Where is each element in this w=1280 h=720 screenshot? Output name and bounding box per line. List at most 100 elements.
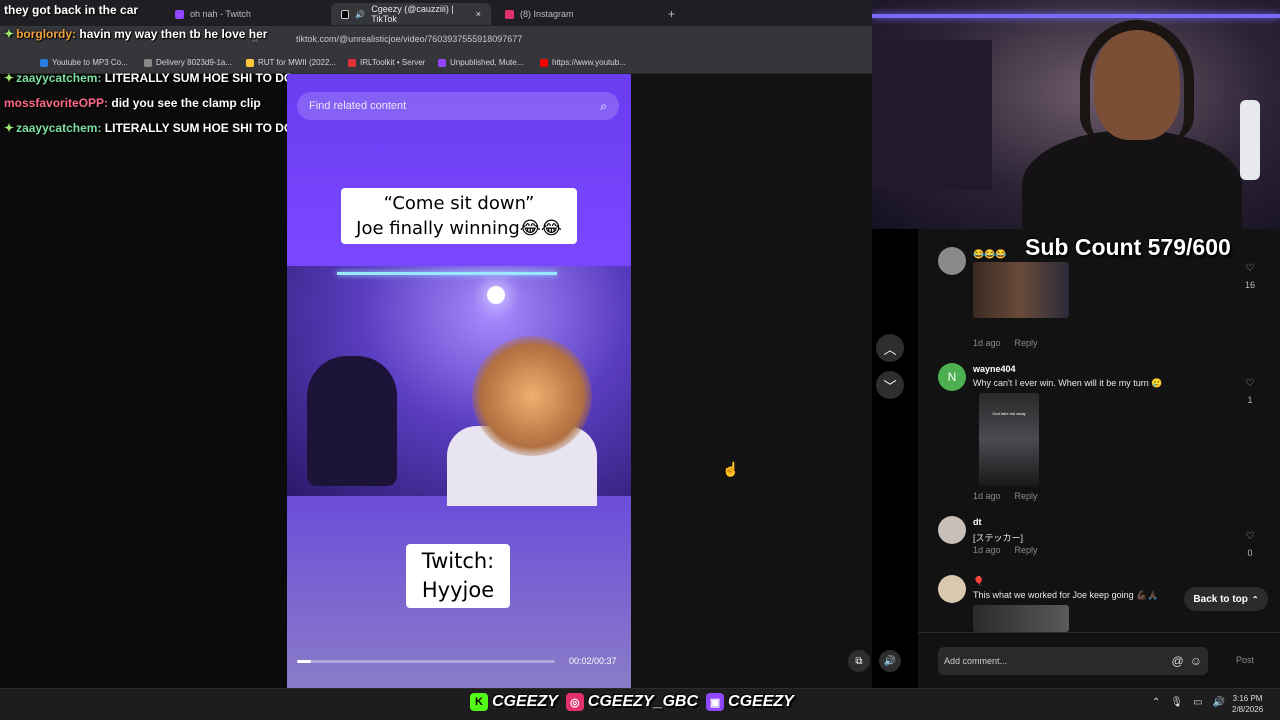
bookmark-icon — [144, 58, 152, 67]
cam-led-light — [872, 14, 1280, 18]
chevron-up-icon: ⌃ — [1251, 594, 1259, 604]
speaker-icon[interactable]: 🔊 — [355, 10, 365, 19]
chat-username: zaayycatchem — [16, 71, 98, 85]
comment-username[interactable]: 🎈 — [973, 576, 984, 587]
bookmark-label: RUT for MWII (2022... — [258, 58, 337, 67]
bookmark-item[interactable]: IRLToolkit • Server — [348, 58, 425, 67]
volume-icon: 🔊 — [883, 655, 897, 667]
next-video-button[interactable]: ﹀ — [876, 371, 904, 399]
bookmark-item[interactable]: https://www.youtub... — [540, 58, 626, 67]
search-icon[interactable]: ⌕ — [600, 99, 607, 114]
heart-icon[interactable]: ♡ — [1243, 378, 1257, 389]
seated-person — [307, 356, 397, 486]
comment-avatar[interactable] — [938, 247, 966, 275]
bookmark-item[interactable]: Unpublished, Mute... — [438, 58, 523, 67]
gif-caption: God take me away — [992, 411, 1026, 416]
video-progress-fill — [297, 660, 311, 663]
led-strip — [337, 272, 557, 275]
mic-icon[interactable]: 🎙 — [1170, 697, 1183, 708]
comment-avatar[interactable] — [938, 516, 966, 544]
instagram-icon — [505, 9, 514, 19]
back-to-top-label: Back to top — [1193, 593, 1248, 605]
comment-image[interactable] — [973, 605, 1069, 632]
comment-gif[interactable]: God take me away — [979, 393, 1039, 486]
search-placeholder: Find related content — [309, 100, 407, 112]
caption-line: Twitch: — [421, 549, 495, 573]
comment-image[interactable] — [973, 262, 1069, 318]
url-field[interactable]: tiktok.com/@unrealisticjoe/video/7603937… — [296, 34, 522, 44]
comment-avatar[interactable]: N — [938, 363, 966, 391]
reply-button[interactable]: Reply — [1015, 545, 1038, 555]
comment-text: Why can't I ever win. When will it be my… — [973, 378, 1163, 388]
bookmark-icon — [246, 58, 254, 67]
bookmark-icon — [438, 58, 446, 67]
handle-text: CGEEZY — [492, 693, 558, 710]
system-clock[interactable]: 3:16 PM 2/8/2026 — [1232, 693, 1263, 715]
instagram-icon: ◎ — [565, 693, 584, 711]
video-time: 00:02/00:37 — [569, 656, 617, 666]
clock-date: 2/8/2026 — [1232, 705, 1264, 714]
chat-username: zaayycatchem — [16, 121, 98, 135]
bookmark-item[interactable]: Delivery 8023d9-1a... — [144, 58, 232, 67]
comment-username[interactable]: wayne404 — [973, 364, 1016, 374]
caption-line: Hyyjoe — [421, 578, 495, 602]
sub-count-overlay: Sub Count 579/600 — [1025, 234, 1231, 260]
heart-icon[interactable]: ♡ — [1243, 531, 1257, 542]
tab-instagram[interactable]: (8) Instagram — [495, 3, 584, 25]
video-player[interactable]: Find related content ⌕ “Come sit down” J… — [287, 74, 631, 688]
video-caption-bottom: Twitch: Hyyjoe — [406, 544, 510, 608]
bookmark-item[interactable]: Youtube to MP3 Co... — [40, 58, 128, 67]
pip-button[interactable]: ⧉ — [848, 650, 870, 672]
taskbar: K CGEEZY ◎ CGEEZY_GBC ▣ CGEEZY ⌃ 🎙 ▭ 🔊 3… — [0, 688, 1280, 720]
comment-avatar[interactable] — [938, 575, 966, 603]
video-progress-bar[interactable] — [297, 660, 555, 663]
tab-tiktok[interactable]: 🔊 Cgeezy (@cauzziii) | TikTok × — [331, 3, 491, 25]
bookmark-label: Delivery 8023d9-1a... — [156, 58, 233, 67]
comment-time: 1d ago — [973, 491, 1001, 501]
hand-cursor-icon: ☝ — [722, 461, 740, 477]
volume-button[interactable]: 🔊 — [879, 650, 901, 672]
bookmark-label: IRLToolkit • Server — [360, 58, 426, 67]
page-left-area — [0, 74, 287, 688]
previous-video-button[interactable]: ︿ — [876, 334, 904, 362]
tab-twitch[interactable]: oh nah - Twitch — [165, 3, 261, 25]
reply-button[interactable]: Reply — [1015, 491, 1038, 501]
twitch-icon — [175, 9, 184, 19]
reply-button[interactable]: Reply — [1015, 338, 1038, 348]
tab-label: oh nah - Twitch — [190, 9, 251, 19]
like-count: 16 — [1244, 280, 1255, 290]
chat-message: mossfavoriteOPP: did you see the clamp c… — [4, 96, 261, 110]
network-icon[interactable]: ▭ — [1193, 697, 1202, 708]
close-tab-icon[interactable]: × — [476, 9, 481, 19]
chat-separator: : — [104, 96, 109, 110]
related-search-input[interactable]: Find related content ⌕ — [297, 92, 619, 120]
bookmark-label: https://www.youtub... — [552, 58, 626, 67]
video-frame — [287, 266, 631, 506]
comment-input[interactable]: Add comment... @ ☺ — [938, 647, 1208, 675]
streamer-body — [1022, 130, 1242, 229]
chat-username: borglordy — [16, 27, 73, 41]
social-handles-overlay: K CGEEZY ◎ CGEEZY_GBC ▣ CGEEZY — [470, 693, 798, 711]
twitch-icon: ▣ — [706, 693, 725, 711]
new-tab-button[interactable]: + — [658, 3, 685, 25]
volume-icon[interactable]: 🔊 — [1213, 697, 1225, 708]
bookmark-label: Unpublished, Mute... — [450, 58, 524, 67]
streamer-hair — [1080, 20, 1194, 140]
bookmark-item[interactable]: RUT for MWII (2022... — [246, 58, 336, 67]
clock-time: 3:16 PM — [1232, 694, 1263, 703]
back-to-top-button[interactable]: Back to top ⌃ — [1184, 587, 1268, 611]
comment-placeholder: Add comment... — [944, 656, 1008, 666]
lamp-light — [487, 286, 505, 304]
emoji-icon[interactable]: ☺ — [1190, 654, 1202, 668]
chevron-up-icon[interactable]: ⌃ — [1152, 697, 1160, 708]
system-tray: ⌃ 🎙 ▭ 🔊 — [1152, 697, 1225, 708]
post-button[interactable]: Post — [1236, 655, 1254, 665]
comment-text: [ステッカー] — [973, 533, 1024, 543]
mention-icon[interactable]: @ — [1172, 654, 1184, 668]
comment-username[interactable]: dt — [973, 517, 982, 527]
chat-text: LITERALLY SUM HOE SHI TO DO — [104, 121, 294, 135]
bookmark-icon — [40, 58, 48, 67]
badge-icon: ✦ — [4, 71, 15, 85]
heart-icon[interactable]: ♡ — [1243, 263, 1257, 274]
webcam-overlay — [872, 0, 1280, 229]
